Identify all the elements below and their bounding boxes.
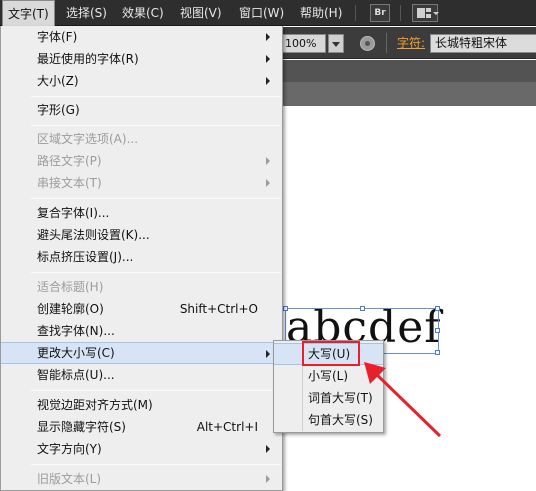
menu-separator <box>31 464 281 465</box>
menu-separator <box>31 125 281 126</box>
resize-handle[interactable] <box>360 306 365 311</box>
opacity-input[interactable]: 100% <box>282 34 326 53</box>
menu-separator <box>31 198 281 199</box>
font-family-input[interactable]: 长城特粗宋体 <box>430 34 536 53</box>
menu-item-font[interactable]: 字体(F) <box>1 26 282 48</box>
resize-handle[interactable] <box>435 306 440 311</box>
menubar-divider <box>355 5 356 21</box>
opacity-dropdown-icon[interactable] <box>328 34 344 53</box>
submenu-arrow-icon <box>266 33 270 41</box>
menu-select[interactable]: 选择(S) <box>61 0 112 26</box>
menu-view[interactable]: 视图(V) <box>175 0 227 26</box>
submenu-arrow-icon <box>266 350 270 358</box>
character-panel-link[interactable]: 字符: <box>397 27 425 59</box>
menu-item-area-type-options: 区域文字选项(A)... <box>37 132 139 146</box>
menu-item-kinsoku-settings[interactable]: 避头尾法则设置(K)... <box>1 224 282 246</box>
menu-effect[interactable]: 效果(C) <box>117 0 169 26</box>
type-menu-dropdown: 字体(F) 最近使用的字体(R) 大小(Z) 字形(G) 区域文字选项(A)..… <box>0 26 283 491</box>
submenu-arrow-icon <box>266 77 270 85</box>
menu-separator <box>31 272 281 273</box>
menu-item-size[interactable]: 大小(Z) <box>1 70 282 92</box>
menu-type[interactable]: 文字(T) <box>2 0 55 26</box>
control-divider <box>386 33 387 53</box>
shortcut-label: Alt+Ctrl+I <box>196 420 258 434</box>
submenu-arrow-icon <box>266 475 270 483</box>
shortcut-label: Shift+Ctrl+O <box>179 302 258 316</box>
resize-handle[interactable] <box>435 350 440 355</box>
application-menu-bar: 文字(T) 选择(S) 效果(C) 视图(V) 窗口(W) 帮助(H) Br <box>0 0 536 26</box>
menu-item-legacy-text: 旧版文本(L) <box>1 468 282 490</box>
submenu-arrow-icon <box>266 157 270 165</box>
submenu-arrow-icon <box>266 445 270 453</box>
menu-window[interactable]: 窗口(W) <box>234 0 289 26</box>
menu-item-show-hidden-characters[interactable]: 显示隐藏字符(S) Alt+Ctrl+I <box>1 416 282 438</box>
bridge-button[interactable]: Br <box>370 4 390 22</box>
menubar-divider <box>400 5 401 21</box>
menu-item-change-case[interactable]: 更改大小写(C) <box>1 342 282 364</box>
submenu-arrow-icon <box>266 179 270 187</box>
menu-item-glyphs[interactable]: 字形(G) <box>1 99 282 121</box>
menu-item-composite-fonts[interactable]: 复合字体(I)... <box>1 202 282 224</box>
menu-item-mojikumi-settings[interactable]: 标点挤压设置(J)... <box>1 246 282 268</box>
annotation-arrow-icon <box>364 362 442 438</box>
menu-separator <box>31 96 281 97</box>
menu-item-optical-margin-alignment[interactable]: 视觉边距对齐方式(M) <box>1 394 282 416</box>
menu-item-type-orientation[interactable]: 文字方向(Y) <box>1 438 282 460</box>
submenu-arrow-icon <box>266 55 270 63</box>
menu-item-smart-punctuation[interactable]: 智能标点(U)... <box>1 364 282 386</box>
menu-item-fit-headline: 适合标题(H) <box>37 280 104 294</box>
resize-handle[interactable] <box>283 306 288 311</box>
menu-help[interactable]: 帮助(H) <box>295 0 347 26</box>
menu-item-find-font[interactable]: 查找字体(N)... <box>1 320 282 342</box>
menu-separator <box>31 390 281 391</box>
annotation-highlight-box <box>302 341 360 366</box>
resize-handle[interactable] <box>435 328 440 333</box>
menu-item-type-on-path: 路径文字(P) <box>1 150 282 172</box>
workspace-switcher-icon[interactable] <box>412 4 439 22</box>
graphic-style-icon[interactable] <box>360 36 375 51</box>
menu-item-create-outlines[interactable]: 创建轮廓(O) Shift+Ctrl+O <box>1 298 282 320</box>
menu-item-threaded-text: 串接文本(T) <box>1 172 282 194</box>
menu-item-recent-fonts[interactable]: 最近使用的字体(R) <box>1 48 282 70</box>
